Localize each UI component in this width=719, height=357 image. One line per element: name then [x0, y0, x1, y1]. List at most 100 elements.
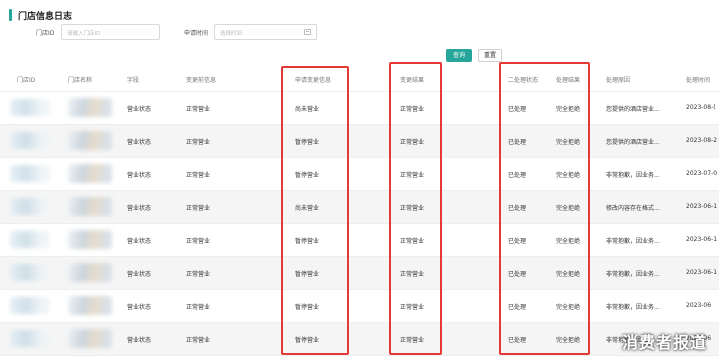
cell-time: 2023-06-1 — [686, 236, 718, 243]
cell-status: 已处理 — [508, 106, 527, 113]
redacted-store-name — [68, 131, 112, 150]
cell-status: 已处理 — [508, 337, 527, 344]
cell-reason: 非常抱歉，因业务... — [606, 304, 660, 311]
redacted-store-name — [68, 230, 112, 249]
title-accent-bar — [9, 9, 12, 21]
cell-result: 正常营业 — [400, 304, 425, 311]
cell-time: 2023-08-( — [686, 104, 716, 111]
reset-button[interactable]: 重置 — [478, 49, 502, 62]
cell-time: 2023-06-1 — [686, 269, 718, 276]
table-row[interactable]: 营业状态 正常营业 尚未营业 正常营业 已处理 完全拒绝 您提供的酒店营业... 2023-0… — [0, 92, 719, 125]
cell-requested: 暂停营业 — [295, 238, 320, 245]
cell-field: 营业状态 — [127, 337, 152, 344]
cell-status: 已处理 — [508, 271, 527, 278]
query-button[interactable]: 查询 — [446, 49, 472, 62]
cell-result: 正常营业 — [400, 172, 425, 179]
cell-field: 营业状态 — [127, 271, 152, 278]
cell-reason: 您提供的酒店营业... — [606, 106, 660, 113]
page-header: 门店信息日志 — [9, 8, 72, 22]
cell-status: 已处理 — [508, 205, 527, 212]
cell-before: 正常营业 — [186, 238, 211, 245]
cell-requested: 暂停营业 — [295, 139, 320, 146]
cell-result: 正常营业 — [400, 106, 425, 113]
cell-time: 2023-07-0 — [686, 170, 718, 177]
cell-requested: 尚未营业 — [295, 205, 320, 212]
th-time: 处理时间 — [686, 77, 711, 84]
cell-outcome: 完全拒绝 — [556, 337, 581, 344]
redacted-store-name — [68, 263, 112, 282]
store-id-label: 门店ID — [36, 30, 55, 37]
redacted-store-id — [10, 231, 50, 248]
table-row[interactable]: 营业状态 正常营业 暂停营业 正常营业 已处理 完全拒绝 非常抱歉，因业务... 2023-0… — [0, 224, 719, 257]
cell-result: 正常营业 — [400, 238, 425, 245]
cell-before: 正常营业 — [186, 337, 211, 344]
cell-before: 正常营业 — [186, 205, 211, 212]
cell-time: 2023-08-2 — [686, 137, 718, 144]
th-result: 变更结果 — [400, 77, 425, 84]
apply-time-label: 申请时间 — [184, 30, 209, 37]
th-store-id: 门店ID — [17, 77, 36, 84]
cell-outcome: 完全拒绝 — [556, 304, 581, 311]
cell-result: 正常营业 — [400, 139, 425, 146]
th-store-name: 门店名称 — [68, 77, 93, 84]
calendar-icon — [304, 29, 311, 35]
table-row[interactable]: 营业状态 正常营业 尚未营业 正常营业 已处理 完全拒绝 修改内容存在格式... 2023-0… — [0, 191, 719, 224]
apply-time-placeholder: 选择时间 — [220, 31, 243, 37]
redacted-store-id — [10, 165, 50, 182]
cell-field: 营业状态 — [127, 205, 152, 212]
cell-status: 已处理 — [508, 172, 527, 179]
filter-bar: 门店ID 请输入门店ID 申请时间 选择时间 — [0, 24, 719, 40]
cell-reason: 您提供的酒店营业... — [606, 139, 660, 146]
table-row[interactable]: 营业状态 正常营业 暂停营业 正常营业 已处理 完全拒绝 非常抱歉，因业务... 2023-0… — [0, 158, 719, 191]
cell-requested: 暂停营业 — [295, 271, 320, 278]
cell-status: 已处理 — [508, 304, 527, 311]
watermark-text: 消费者报道 — [621, 333, 707, 352]
table-row[interactable]: 营业状态 正常营业 暂停营业 正常营业 已处理 完全拒绝 非常抱歉，因业务... 2023-0… — [0, 257, 719, 290]
redacted-store-name — [68, 197, 112, 216]
redacted-store-id — [10, 99, 50, 116]
table-body: 营业状态 正常营业 尚未营业 正常营业 已处理 完全拒绝 您提供的酒店营业... 2023-0… — [0, 92, 719, 356]
cell-result: 正常营业 — [400, 271, 425, 278]
cell-reason: 修改内容存在格式... — [606, 205, 660, 212]
cell-time: 2023-06-1 — [686, 203, 718, 210]
cell-field: 营业状态 — [127, 238, 152, 245]
cell-outcome: 完全拒绝 — [556, 271, 581, 278]
cell-before: 正常营业 — [186, 139, 211, 146]
store-id-placeholder: 请输入门店ID — [67, 31, 101, 37]
th-before: 变更前信息 — [186, 77, 217, 84]
store-log-table: 门店ID 门店名称 字段 变更前信息 申请变更信息 变更结果 二处理状态 处理结… — [0, 68, 719, 356]
cell-result: 正常营业 — [400, 337, 425, 344]
cell-field: 营业状态 — [127, 304, 152, 311]
table-header-row: 门店ID 门店名称 字段 变更前信息 申请变更信息 变更结果 二处理状态 处理结… — [0, 68, 719, 92]
cell-requested: 暂停营业 — [295, 304, 320, 311]
redacted-store-name — [68, 164, 112, 183]
redacted-store-id — [10, 264, 50, 281]
cell-outcome: 完全拒绝 — [556, 106, 581, 113]
table-row[interactable]: 营业状态 正常营业 暂停营业 正常营业 已处理 完全拒绝 非常抱歉，因业务... 2023-0… — [0, 290, 719, 323]
cell-outcome: 完全拒绝 — [556, 205, 581, 212]
cell-before: 正常营业 — [186, 271, 211, 278]
cell-field: 营业状态 — [127, 106, 152, 113]
th-status: 二处理状态 — [508, 77, 539, 84]
redacted-store-name — [68, 98, 112, 117]
cell-before: 正常营业 — [186, 304, 211, 311]
cell-reason: 非常抱歉，因业务... — [606, 238, 660, 245]
cell-requested: 暂停营业 — [295, 337, 320, 344]
apply-time-picker[interactable]: 选择时间 — [214, 24, 317, 40]
cell-time: 2023-06 — [686, 302, 712, 309]
redacted-store-name — [68, 329, 112, 348]
table-row[interactable]: 营业状态 正常营业 暂停营业 正常营业 已处理 完全拒绝 非常抱歉，因业务... 2023-0… — [0, 323, 719, 356]
page-title: 门店信息日志 — [18, 11, 73, 22]
cell-outcome: 完全拒绝 — [556, 238, 581, 245]
redacted-store-id — [10, 330, 50, 347]
redacted-store-id — [10, 297, 50, 314]
cell-requested: 尚未营业 — [295, 106, 320, 113]
table-row[interactable]: 营业状态 正常营业 暂停营业 正常营业 已处理 完全拒绝 您提供的酒店营业... 2023-0… — [0, 125, 719, 158]
redacted-store-id — [10, 132, 50, 149]
cell-reason: 非常抱歉，因业务... — [606, 172, 660, 179]
cell-reason: 非常抱歉，因业务... — [606, 271, 660, 278]
cell-outcome: 完全拒绝 — [556, 139, 581, 146]
th-field: 字段 — [127, 77, 140, 84]
store-id-input[interactable]: 请输入门店ID — [61, 24, 160, 40]
cell-requested: 暂停营业 — [295, 172, 320, 179]
